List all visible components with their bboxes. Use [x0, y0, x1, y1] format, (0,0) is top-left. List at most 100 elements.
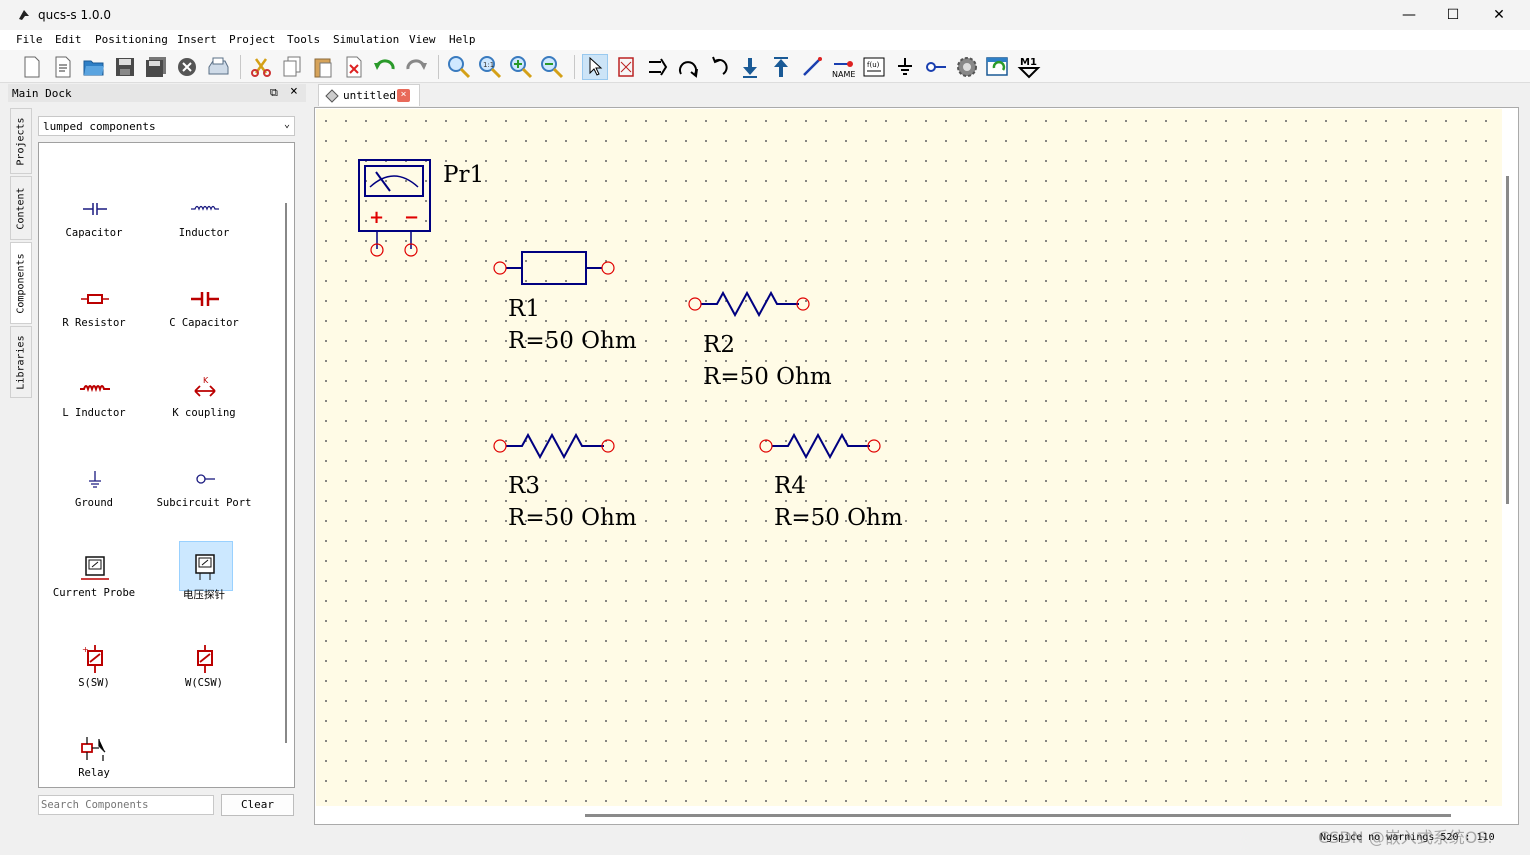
chevron-down-icon: ⌄ [283, 119, 290, 130]
tab-projects[interactable]: Projects [10, 108, 32, 174]
save-icon[interactable] [112, 54, 138, 80]
tab-components[interactable]: Components [10, 242, 32, 324]
mirror-x-icon[interactable] [613, 54, 639, 80]
mirror-y-icon[interactable] [644, 54, 670, 80]
toolbar: 1:1 NAME f(u) M1 [0, 50, 1530, 83]
equation-icon[interactable]: f(u) [861, 54, 887, 80]
comp-switch[interactable]: + S(SW) [39, 643, 149, 703]
view-data-icon[interactable] [985, 54, 1011, 80]
marker-text: M1 [1020, 57, 1037, 68]
menu-simulation[interactable]: Simulation [333, 33, 399, 46]
probe-minus-sign: − [404, 207, 420, 228]
r2-name-label[interactable]: R2 [703, 334, 735, 357]
select-icon[interactable] [582, 54, 608, 80]
component-list-scrollbar[interactable] [285, 203, 287, 743]
ground-icon[interactable] [892, 54, 918, 80]
switch-icon: + [82, 645, 103, 673]
comp-r-resistor[interactable]: R Resistor [39, 283, 149, 343]
zoom-fit-icon[interactable] [446, 54, 472, 80]
comp-k-coupling[interactable]: K K coupling [149, 373, 259, 433]
search-components-input[interactable] [38, 795, 214, 815]
r1-name-label[interactable]: R1 [508, 298, 540, 321]
comp-voltage-probe[interactable]: 电压探针 [149, 541, 259, 613]
delete-icon[interactable] [341, 54, 367, 80]
horizontal-scrollbar[interactable] [585, 814, 1451, 817]
comp-c-capacitor[interactable]: C Capacitor [149, 283, 259, 343]
open-icon[interactable] [81, 54, 107, 80]
menu-edit[interactable]: Edit [55, 33, 82, 46]
comp-capacitor[interactable]: Capacitor [39, 193, 149, 253]
undo-icon[interactable] [372, 54, 398, 80]
r4-name-label[interactable]: R4 [774, 475, 806, 498]
port-icon[interactable] [923, 54, 949, 80]
dock-title: Main Dock [12, 87, 72, 100]
close-tab-icon[interactable]: × [397, 89, 410, 102]
tab-libraries[interactable]: Libraries [10, 326, 32, 398]
wire-label-text: NAME [832, 70, 855, 79]
menu-insert[interactable]: Insert [177, 33, 217, 46]
maximize-button[interactable]: ☐ [1430, 0, 1476, 30]
r4-value-label[interactable]: R=50 Ohm [774, 507, 903, 530]
comp-l-inductor[interactable]: L Inductor [39, 373, 149, 433]
print-icon[interactable] [205, 54, 231, 80]
zoom-in-icon[interactable] [508, 54, 534, 80]
comp-current-switch[interactable]: W(CSW) [149, 643, 259, 703]
probe-name-label[interactable]: Pr1 [443, 164, 484, 187]
l-inductor-icon [80, 385, 110, 393]
comp-inductor[interactable]: Inductor [149, 193, 259, 253]
tab-content[interactable]: Content [10, 176, 32, 240]
tab-untitled[interactable]: untitled × [318, 84, 420, 106]
r1-value-label[interactable]: R=50 Ohm [508, 330, 637, 353]
current-switch-icon [197, 645, 213, 673]
comp-subcircuit-port[interactable]: Subcircuit Port [149, 463, 259, 523]
new-text-icon[interactable] [50, 54, 76, 80]
copy-icon[interactable] [279, 54, 305, 80]
move-up-icon[interactable] [768, 54, 794, 80]
component-category-select[interactable]: lumped components ⌄ [38, 116, 295, 136]
save-all-icon[interactable] [143, 54, 169, 80]
wire-label-icon[interactable]: NAME [830, 54, 856, 80]
redo-icon[interactable] [403, 54, 429, 80]
new-icon[interactable] [19, 54, 45, 80]
menu-view[interactable]: View [409, 33, 436, 46]
close-doc-icon[interactable] [174, 54, 200, 80]
rotate-ccw-icon[interactable] [706, 54, 732, 80]
simulate-icon[interactable] [954, 54, 980, 80]
r3-name-label[interactable]: R3 [508, 475, 540, 498]
close-button[interactable]: ✕ [1476, 0, 1522, 30]
probe-plus-sign: + [369, 207, 385, 228]
menu-positioning[interactable]: Positioning [95, 33, 168, 46]
marker-icon[interactable]: M1 [1016, 54, 1042, 80]
resistor-r2-symbol[interactable] [687, 289, 813, 319]
menu-project[interactable]: Project [229, 33, 275, 46]
vertical-scrollbar[interactable] [1506, 176, 1509, 504]
zoom-11-icon[interactable]: 1:1 [477, 54, 503, 80]
move-down-icon[interactable] [737, 54, 763, 80]
voltage-probe-symbol[interactable] [356, 157, 436, 261]
r-resistor-icon [81, 294, 109, 304]
comp-ground[interactable]: Ground [39, 463, 149, 523]
r2-value-label[interactable]: R=50 Ohm [703, 366, 832, 389]
svg-text:K: K [203, 376, 209, 385]
rotate-icon[interactable] [675, 54, 701, 80]
paste-icon[interactable] [310, 54, 336, 80]
r3-value-label[interactable]: R=50 Ohm [508, 507, 637, 530]
cut-icon[interactable] [248, 54, 274, 80]
menu-tools[interactable]: Tools [287, 33, 320, 46]
resistor-r1-symbol[interactable] [492, 249, 618, 287]
menu-help[interactable]: Help [449, 33, 476, 46]
resistor-r3-symbol[interactable] [492, 431, 618, 461]
schematic-canvas[interactable]: + − Pr1 R1 R=50 Ohm R2 R=50 Ohm R3 R=50 … [316, 109, 1502, 806]
menu-file[interactable]: File [16, 33, 43, 46]
dock-close-icon[interactable]: × [290, 84, 298, 99]
float-icon[interactable]: ⧉ [270, 86, 278, 100]
wire-icon[interactable] [799, 54, 825, 80]
inductor-icon [191, 205, 219, 211]
minimize-button[interactable]: — [1386, 0, 1432, 30]
c-capacitor-icon [191, 292, 219, 306]
comp-relay[interactable]: Relay [39, 733, 149, 793]
zoom-out-icon[interactable] [539, 54, 565, 80]
comp-current-probe[interactable]: Current Probe [39, 553, 149, 613]
clear-button[interactable]: Clear [221, 794, 294, 816]
resistor-r4-symbol[interactable] [758, 431, 884, 461]
